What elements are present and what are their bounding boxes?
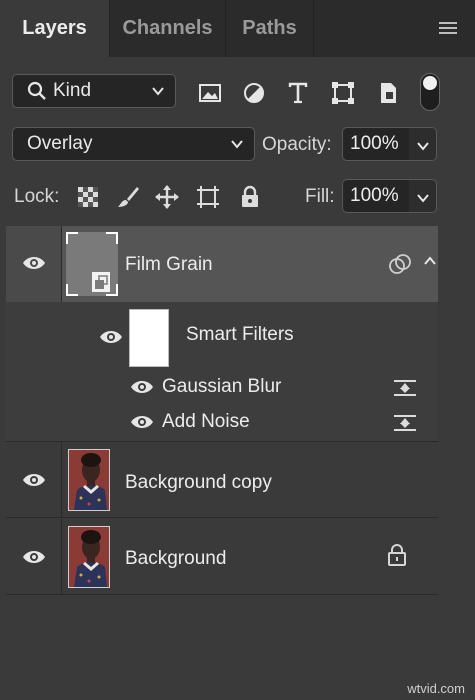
adjustment-filter-icon[interactable] [241,80,267,106]
lock-row: Lock: Fill: 100% [0,176,475,216]
collapse-chevron-icon[interactable] [424,256,436,266]
filter-name-gaussian-blur[interactable]: Gaussian Blur [162,376,281,398]
portrait-thumbnail-image [69,450,109,510]
visibility-column [6,519,62,595]
portrait-thumbnail-image [69,527,109,587]
layer-name[interactable]: Film Grain [125,254,213,276]
layer-row-film-grain[interactable]: Film Grain [6,226,438,302]
search-icon [27,81,46,100]
shape-filter-icon[interactable] [330,80,356,106]
kind-filter-label: Kind [53,80,92,101]
layer-thumbnail [66,232,118,296]
lock-position-icon[interactable] [154,184,180,210]
visibility-column [6,442,62,518]
eye-icon[interactable] [130,413,154,431]
lock-artboard-icon[interactable] [195,184,221,210]
opacity-input[interactable]: 100% [342,127,410,161]
layer-thumbnail [68,449,110,511]
fill-value: 100% [350,185,399,206]
blend-row: Overlay Opacity: 100% [0,122,475,166]
layer-name[interactable]: Background copy [125,472,272,494]
kind-filter-dropdown[interactable]: Kind [12,74,176,108]
lock-label: Lock: [14,186,60,207]
chevron-down-icon [152,87,164,96]
filter-name-add-noise[interactable]: Add Noise [162,411,250,433]
chevron-down-icon [231,140,243,149]
image-filter-icon[interactable] [197,80,223,106]
eye-icon[interactable] [99,328,123,346]
smart-filter-blend-icon [389,254,411,274]
layers-list: Film Grain Smart Filters Gaussian Blur A… [6,226,438,598]
layer-name[interactable]: Background [125,548,226,570]
filter-row: Kind [0,70,475,114]
blend-mode-value: Overlay [27,133,93,154]
eye-icon[interactable] [22,548,46,566]
tab-paths[interactable]: Paths [226,0,314,57]
chevron-down-icon [417,194,429,203]
visibility-column [6,226,62,302]
tab-layers[interactable]: Layers [0,0,110,57]
blend-mode-dropdown[interactable]: Overlay [12,127,255,161]
panel-tab-bar: Layers Channels Paths [0,0,475,57]
lock-image-pixels-icon[interactable] [115,184,141,210]
fill-label: Fill: [305,186,335,207]
filter-toggle-switch[interactable] [420,73,440,111]
fill-input[interactable]: 100% [342,179,410,213]
smart-object-filter-icon[interactable] [375,80,401,106]
tab-channels[interactable]: Channels [110,0,226,57]
watermark: wtvid.com [407,681,465,696]
eye-icon[interactable] [22,471,46,489]
layer-row-background-copy[interactable]: Background copy [6,442,438,518]
opacity-dropdown-button[interactable] [409,127,437,161]
type-filter-icon[interactable] [285,80,311,106]
filter-blending-options-icon[interactable] [392,413,418,433]
filter-blending-options-icon[interactable] [392,378,418,398]
lock-transparent-pixels-icon[interactable] [75,184,101,210]
panel-menu-icon[interactable] [439,22,457,36]
smart-filter-mask-thumbnail[interactable] [129,309,169,367]
fill-dropdown-button[interactable] [409,179,437,213]
smart-filters-label[interactable]: Smart Filters [186,324,294,346]
layer-row-background[interactable]: Background [6,519,438,595]
smart-object-thumbnail-icon [66,232,118,296]
opacity-label: Opacity: [262,134,332,155]
layer-thumbnail [68,526,110,588]
eye-icon[interactable] [130,378,154,396]
lock-all-icon[interactable] [237,184,263,210]
opacity-value: 100% [350,133,399,154]
lock-icon [388,544,406,566]
eye-icon[interactable] [22,254,46,272]
chevron-down-icon [417,142,429,151]
smart-filters-group: Smart Filters Gaussian Blur Add Noise [6,302,438,442]
